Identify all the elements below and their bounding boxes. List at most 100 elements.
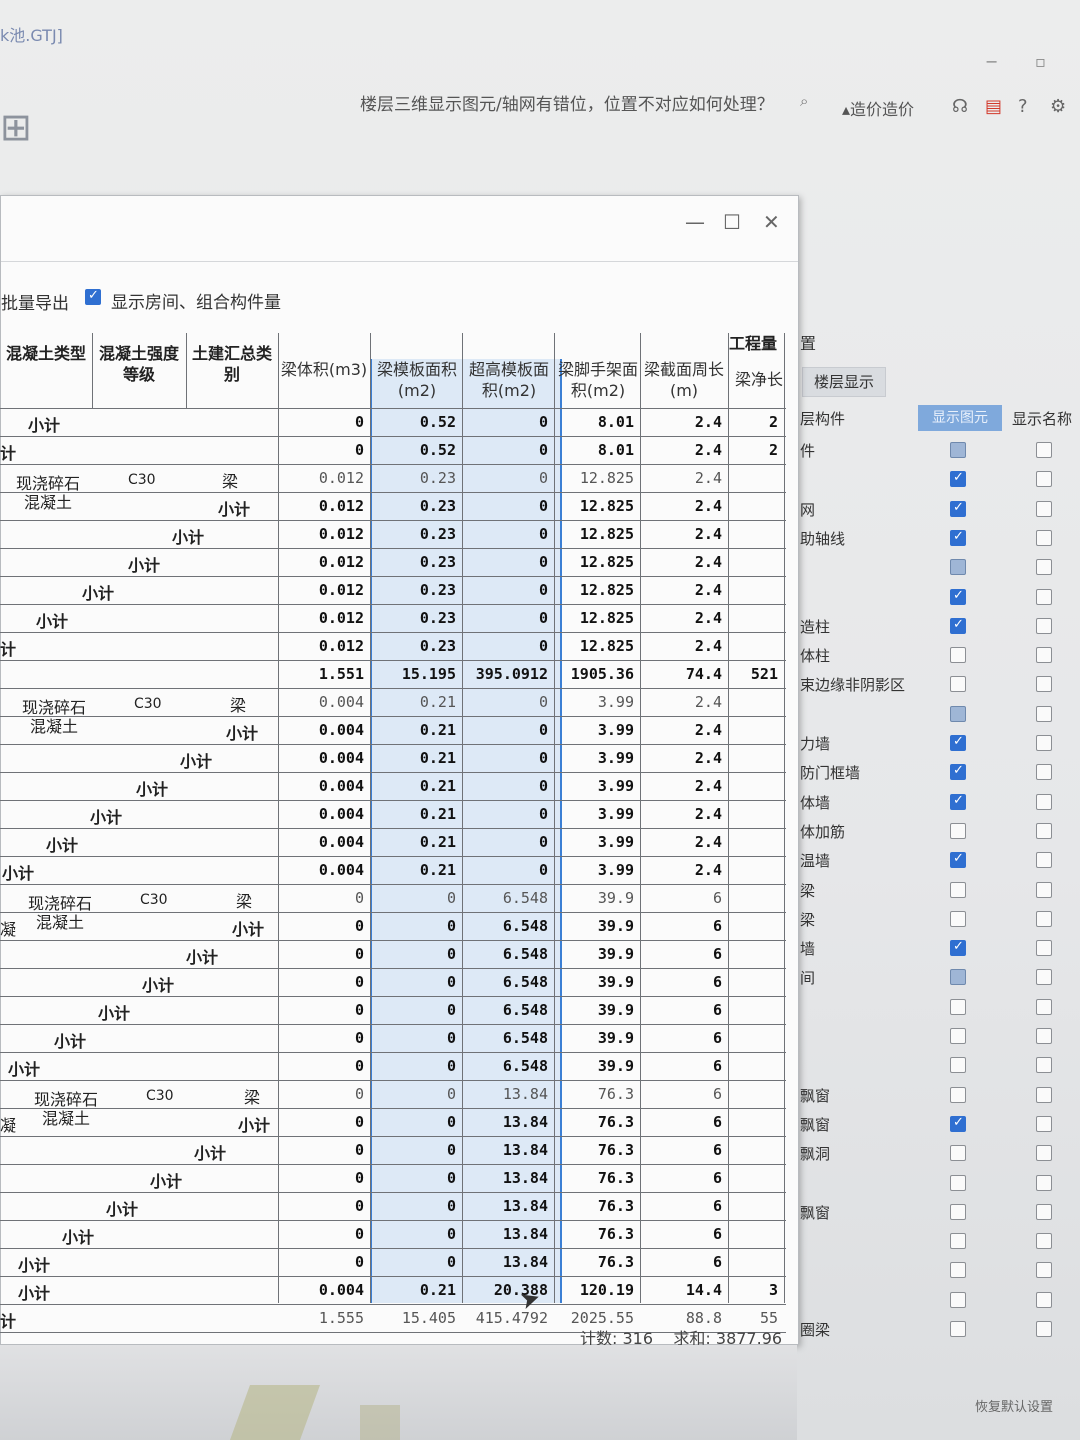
table-cell[interactable]: 0.004 <box>282 833 364 851</box>
table-cell[interactable]: 6 <box>640 1197 722 1215</box>
table-cell[interactable]: 1.555 <box>282 1309 364 1327</box>
show-name-checkbox[interactable] <box>1036 1174 1052 1191</box>
price-link[interactable]: ▴造价造价 <box>842 96 914 120</box>
table-cell[interactable]: 2.4 <box>640 637 722 655</box>
component-row[interactable]: 温墙 <box>800 848 1080 874</box>
component-row[interactable] <box>800 1024 1080 1050</box>
table-cell[interactable]: 39.9 <box>552 917 634 935</box>
table-cell[interactable]: 0.21 <box>374 833 456 851</box>
component-row[interactable]: 飘窗 <box>800 1112 1080 1138</box>
table-cell[interactable]: 0 <box>466 413 548 431</box>
table-cell[interactable]: 0 <box>466 833 548 851</box>
table-cell[interactable]: 0.23 <box>374 637 456 655</box>
table-cell[interactable]: 15.195 <box>374 665 456 683</box>
show-name-checkbox[interactable] <box>1036 998 1052 1015</box>
table-cell[interactable]: 0 <box>282 917 364 935</box>
show-name-checkbox[interactable] <box>1036 1233 1052 1250</box>
component-row[interactable] <box>800 1288 1080 1314</box>
table-cell[interactable]: 0 <box>466 497 548 515</box>
show-name-checkbox[interactable] <box>1036 940 1052 957</box>
show-element-checkbox[interactable] <box>950 470 966 488</box>
table-cell[interactable]: 13.84 <box>466 1253 548 1271</box>
component-row[interactable]: 梁 <box>800 878 1080 904</box>
table-cell[interactable]: 39.9 <box>552 1057 634 1075</box>
show-element-checkbox[interactable] <box>950 734 966 751</box>
table-cell[interactable]: 15.405 <box>374 1309 456 1327</box>
table-cell[interactable]: 0 <box>374 973 456 991</box>
table-cell[interactable]: 0 <box>282 441 364 459</box>
show-element-checkbox[interactable] <box>950 998 966 1015</box>
show-name-checkbox[interactable] <box>1036 1291 1052 1308</box>
table-cell[interactable]: 76.3 <box>552 1169 634 1187</box>
table-cell[interactable]: 0 <box>374 1169 456 1187</box>
table-cell[interactable]: 8.01 <box>552 441 634 459</box>
table-cell[interactable]: 0 <box>282 413 364 431</box>
component-row[interactable]: 网 <box>800 497 1080 523</box>
component-row[interactable] <box>800 1053 1080 1079</box>
maximize-icon[interactable]: ☐ <box>723 210 741 234</box>
table-cell[interactable]: 0.004 <box>282 861 364 879</box>
table-cell[interactable]: 0 <box>374 1029 456 1047</box>
show-element-checkbox[interactable] <box>950 647 966 664</box>
table-cell[interactable]: 0 <box>466 805 548 823</box>
table-cell[interactable]: 0 <box>282 1197 364 1215</box>
show-name-checkbox[interactable] <box>1036 471 1052 488</box>
table-cell[interactable]: 0 <box>374 889 456 907</box>
component-row[interactable] <box>800 702 1080 728</box>
table-cell[interactable]: 0 <box>466 637 548 655</box>
table-cell[interactable]: 2.4 <box>640 805 722 823</box>
show-element-checkbox[interactable] <box>950 1203 966 1220</box>
table-cell[interactable]: 6 <box>640 945 722 963</box>
table-cell[interactable]: 0.23 <box>374 609 456 627</box>
header-section-perimeter[interactable]: 梁截面周长(m) <box>644 359 724 401</box>
table-cell[interactable]: 6 <box>640 1225 722 1243</box>
component-row[interactable]: 束边缘非阴影区 <box>800 672 1080 698</box>
table-cell[interactable]: 0 <box>282 1057 364 1075</box>
table-cell[interactable]: 0.21 <box>374 805 456 823</box>
table-cell[interactable]: 6.548 <box>466 917 548 935</box>
show-name-checkbox[interactable] <box>1036 588 1052 605</box>
show-element-checkbox[interactable] <box>950 822 966 839</box>
table-cell[interactable]: 0 <box>374 1001 456 1019</box>
minimize-icon[interactable]: — <box>685 210 705 234</box>
show-element-checkbox[interactable] <box>950 763 966 781</box>
table-cell[interactable]: 3.99 <box>552 805 634 823</box>
table-cell[interactable]: 6 <box>640 1085 722 1103</box>
header-scaffold-area[interactable]: 梁脚手架面积(m2) <box>558 359 638 401</box>
table-cell[interactable]: 0 <box>374 917 456 935</box>
show-element-checkbox[interactable] <box>950 500 966 517</box>
table-cell[interactable]: 3.99 <box>552 833 634 851</box>
table-cell[interactable]: 8.01 <box>552 413 634 431</box>
component-row[interactable] <box>800 1171 1080 1197</box>
show-name-checkbox[interactable] <box>1036 793 1052 810</box>
table-cell[interactable]: 1.551 <box>282 665 364 683</box>
table-cell[interactable]: 6.548 <box>466 889 548 907</box>
show-name-checkbox[interactable] <box>1036 852 1052 869</box>
show-name-checkbox[interactable] <box>1036 1145 1052 1162</box>
show-element-checkbox[interactable] <box>950 939 966 957</box>
show-element-checkbox[interactable] <box>950 1291 966 1308</box>
show-room-checkbox[interactable] <box>85 288 101 305</box>
table-cell[interactable]: 39.9 <box>552 973 634 991</box>
table-cell[interactable]: 0.23 <box>374 553 456 571</box>
header-concrete-type[interactable]: 混凝土类型 <box>0 343 92 364</box>
header-beam-form-area[interactable]: 梁模板面积(m2) <box>374 359 460 401</box>
show-element-checkbox[interactable] <box>950 881 966 898</box>
table-cell[interactable]: 0 <box>466 609 548 627</box>
show-name-checkbox[interactable] <box>1036 822 1052 839</box>
table-tool-icon[interactable]: ⊞ <box>0 105 42 161</box>
table-cell[interactable]: 39.9 <box>552 945 634 963</box>
table-cell[interactable]: 0 <box>374 1113 456 1131</box>
component-row[interactable]: 体柱 <box>800 643 1080 669</box>
show-element-checkbox[interactable] <box>950 529 966 546</box>
table-cell[interactable]: 0.012 <box>282 497 364 515</box>
table-cell[interactable]: 0 <box>282 1085 364 1103</box>
table-cell[interactable]: 76.3 <box>552 1225 634 1243</box>
show-element-checkbox[interactable] <box>950 1321 966 1337</box>
show-element-checkbox[interactable] <box>950 1145 966 1162</box>
show-name-checkbox[interactable] <box>1036 910 1052 927</box>
table-cell[interactable]: 12.825 <box>552 469 634 487</box>
table-cell[interactable]: 0.21 <box>374 861 456 879</box>
table-cell[interactable]: 0.004 <box>282 805 364 823</box>
table-cell[interactable]: 0.012 <box>282 469 364 487</box>
